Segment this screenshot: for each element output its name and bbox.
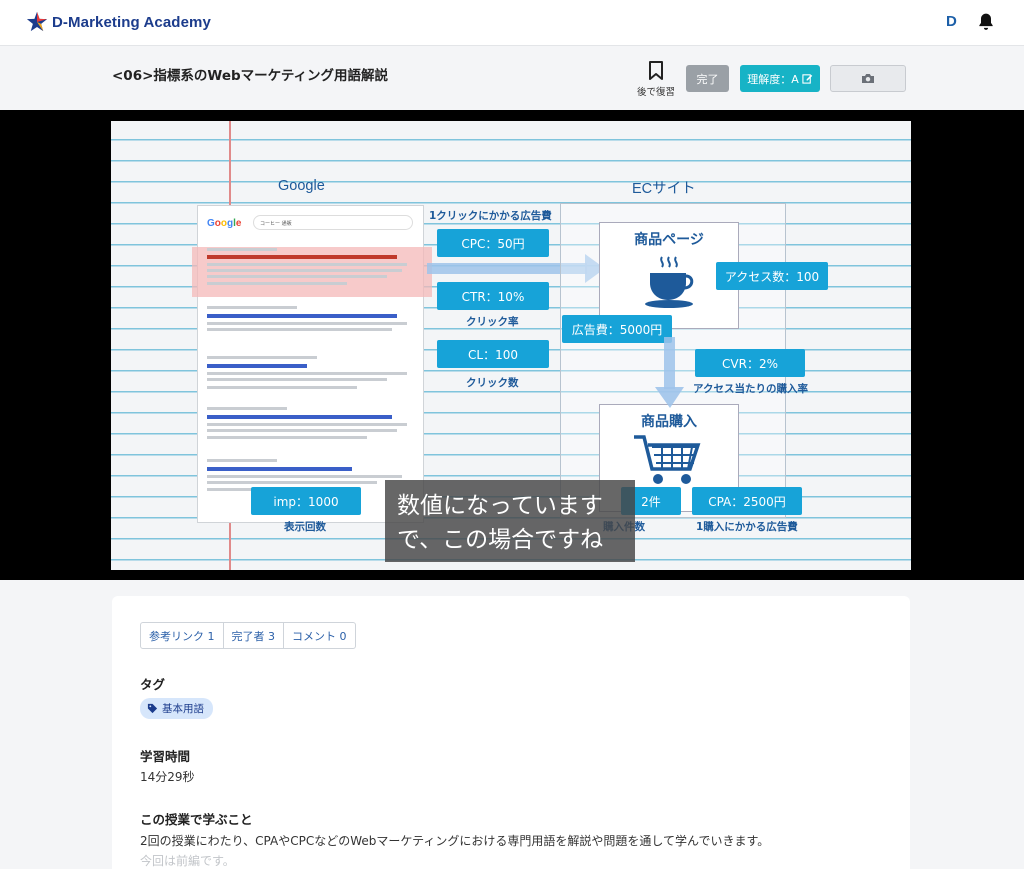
logo[interactable]: D-Marketing Academy [26, 11, 211, 33]
ctr-metric: CTR：10% [437, 282, 549, 310]
cl-caption: クリック数 [466, 377, 519, 389]
video-slide: Google ECサイト Google コーヒー 通販 1クリックにかかる広告費… [111, 121, 911, 570]
learn-heading: この授業で学ぶこと [140, 812, 253, 827]
tab-completed-users[interactable]: 完了者 3 [223, 622, 284, 649]
tab-comments[interactable]: コメント 0 [284, 622, 356, 649]
details-tabs: 参考リンク 1 完了者 3 コメント 0 [140, 622, 356, 649]
review-later-label: 後で復習 [636, 87, 675, 98]
star-logo-icon [26, 11, 48, 32]
tab-reference-links[interactable]: 参考リンク 1 [140, 622, 224, 649]
cpa-metric: CPA：2500円 [692, 487, 802, 515]
study-time-value: 14分29秒 [140, 770, 195, 784]
cpc-metric: CPC：50円 [437, 229, 549, 257]
review-later-button[interactable]: 後で復習 [634, 61, 678, 98]
cvr-caption: アクセス当たりの購入率 [693, 383, 808, 395]
imp-metric: imp：1000 [251, 487, 361, 515]
tags-heading: タグ [140, 677, 166, 692]
tag-icon [147, 703, 158, 714]
app-name: D-Marketing Academy [52, 13, 211, 31]
product-page-title: 商品ページ [634, 232, 704, 248]
top-bar: D-Marketing Academy D [0, 0, 1024, 46]
subtitle-line-1: 数値になっています [397, 493, 603, 519]
cost-per-click-caption: 1クリックにかかる広告費 [429, 210, 552, 222]
cl-metric: CL：100 [437, 340, 549, 368]
shopping-cart-icon [634, 435, 701, 484]
flow-arrow-down [655, 337, 684, 408]
coffee-cup-icon [645, 256, 694, 308]
google-logo: Google [207, 218, 242, 229]
purchase-title: 商品購入 [641, 414, 697, 430]
learn-description: 2回の授業にわたり、CPAやCPCなどのWebマーケティングにおける専門用語を解… [140, 834, 770, 848]
study-time-heading: 学習時間 [140, 749, 191, 764]
lesson-details-card: 参考リンク 1 完了者 3 コメント 0 タグ 基本用語 学習時間 14分29秒… [112, 596, 910, 869]
lesson-title: <06>指標系のWebマーケティング用語解説 [112, 68, 389, 84]
cpa-caption: 1購入にかかる広告費 [696, 521, 798, 533]
lesson-header: <06>指標系のWebマーケティング用語解説 後で復習 完了 理解度：A [0, 47, 1024, 110]
bell-icon[interactable] [976, 12, 996, 32]
ec-heading: ECサイト [632, 181, 696, 197]
subtitle-line-2: で、この場合ですね [397, 527, 604, 553]
video-subtitle: 数値になっています で、この場合ですね [385, 480, 635, 562]
google-search-results: Google コーヒー 通販 [192, 205, 432, 523]
camera-icon [862, 74, 874, 83]
understanding-button[interactable]: 理解度：A [740, 65, 820, 92]
screenshot-button[interactable] [830, 65, 906, 92]
user-avatar[interactable]: D [946, 13, 957, 30]
bookmark-icon [649, 61, 663, 80]
ctr-caption: クリック率 [466, 316, 519, 328]
cvr-metric: CVR：2% [695, 349, 805, 377]
learn-description-more: 今回は前編です。 [140, 854, 235, 868]
tag-chip[interactable]: 基本用語 [140, 698, 213, 719]
video-player[interactable]: Google ECサイト Google コーヒー 通販 1クリックにかかる広告費… [0, 110, 1024, 580]
tag-label: 基本用語 [162, 703, 204, 715]
access-count-metric: アクセス数：100 [716, 262, 828, 290]
serp-search-box: コーヒー 通販 [253, 215, 413, 230]
google-heading: Google [278, 178, 325, 194]
edit-icon [802, 74, 813, 84]
understanding-label: 理解度：A [747, 72, 799, 86]
done-button[interactable]: 完了 [686, 65, 729, 92]
imp-caption: 表示回数 [284, 521, 326, 533]
